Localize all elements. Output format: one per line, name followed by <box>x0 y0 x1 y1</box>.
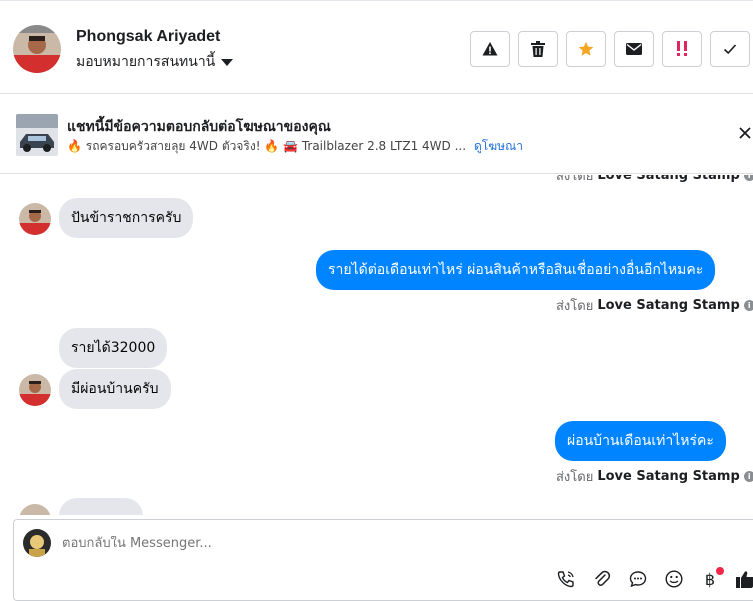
delete-button[interactable] <box>518 31 558 67</box>
conversation-actions <box>470 31 750 67</box>
conversation-header: Phongsak Ariyadet มอบหมายการสนทนานี้ <box>0 5 753 94</box>
double-exclamation-icon <box>677 41 687 56</box>
ad-banner-subtitle: 🔥 รถครอบครัวสายลุย 4WD ตัวจริง! 🔥 🚘 Trai… <box>67 137 523 156</box>
mark-spam-button[interactable] <box>662 31 702 67</box>
composer-toolbar: ฿ <box>556 567 753 589</box>
sent-by-label: ส่งโดย Love Satang Stamp i <box>556 175 753 186</box>
emoji-icon[interactable] <box>664 569 684 589</box>
ad-banner-title: แชทนี้มีข้อความตอบกลับต่อโฆษณาของคุณ <box>67 119 331 135</box>
message-thread[interactable]: ส่งโดย Love Satang Stamp i ปันข้าราชการครั… <box>0 175 753 515</box>
envelope-icon <box>626 43 642 55</box>
sent-by-label: ส่งโดย Love Satang Stamp i <box>556 466 753 487</box>
incoming-message[interactable]: รายได้32000 <box>59 328 168 368</box>
attachment-icon[interactable] <box>592 569 612 589</box>
contact-avatar-small[interactable] <box>19 203 51 235</box>
info-icon: i <box>743 471 753 482</box>
incoming-message[interactable]: มีผ่อนบ้านครับ <box>59 369 171 409</box>
thumbs-up-icon[interactable] <box>736 569 753 589</box>
assign-label: มอบหมายการสนทนานี้ <box>76 54 216 70</box>
view-ad-link[interactable]: ดูโฆษณา <box>474 137 523 156</box>
outgoing-message[interactable]: ผ่อนบ้านเดือนเท่าไหร่คะ <box>555 421 726 461</box>
star-icon <box>578 41 594 56</box>
notification-dot <box>716 567 724 575</box>
info-icon: i <box>743 175 753 181</box>
contact-avatar-small[interactable] <box>19 374 51 406</box>
contact-avatar[interactable] <box>13 25 61 73</box>
mark-done-button[interactable] <box>710 31 750 67</box>
report-button[interactable] <box>470 31 510 67</box>
incoming-message[interactable]: ปันข้าราชการครับ <box>59 198 194 238</box>
assign-conversation-dropdown[interactable]: มอบหมายการสนทนานี้ <box>76 51 234 73</box>
reply-composer: ฿ <box>13 519 753 601</box>
ad-description: 🔥 รถครอบครัวสายลุย 4WD ตัวจริง! 🔥 🚘 Trai… <box>67 139 467 153</box>
saved-reply-icon[interactable] <box>628 569 648 589</box>
outgoing-message[interactable]: รายได้ต่อเดือนเท่าไหร่ ผ่อนสินค้าหรือสิน… <box>316 250 716 290</box>
info-icon: i <box>743 300 753 311</box>
contact-avatar-small[interactable] <box>19 504 51 515</box>
ad-thumbnail[interactable] <box>16 114 58 156</box>
baht-payment-icon[interactable]: ฿ <box>700 567 724 589</box>
page-avatar <box>23 529 51 557</box>
check-icon <box>723 44 737 55</box>
star-button[interactable] <box>566 31 606 67</box>
incoming-message-partial[interactable] <box>59 498 143 515</box>
reply-input[interactable] <box>62 536 722 551</box>
trash-icon <box>531 41 545 57</box>
call-icon[interactable] <box>556 569 576 589</box>
ad-reply-banner: แชทนี้มีข้อความตอบกลับต่อโฆษณาของคุณ 🔥 ร… <box>0 94 753 174</box>
mark-unread-button[interactable] <box>614 31 654 67</box>
caret-down-icon <box>221 59 234 66</box>
close-icon[interactable] <box>737 125 753 141</box>
contact-name[interactable]: Phongsak Ariyadet <box>76 28 220 46</box>
sent-by-label: ส่งโดย Love Satang Stamp i <box>556 295 753 316</box>
warning-icon <box>482 42 498 56</box>
